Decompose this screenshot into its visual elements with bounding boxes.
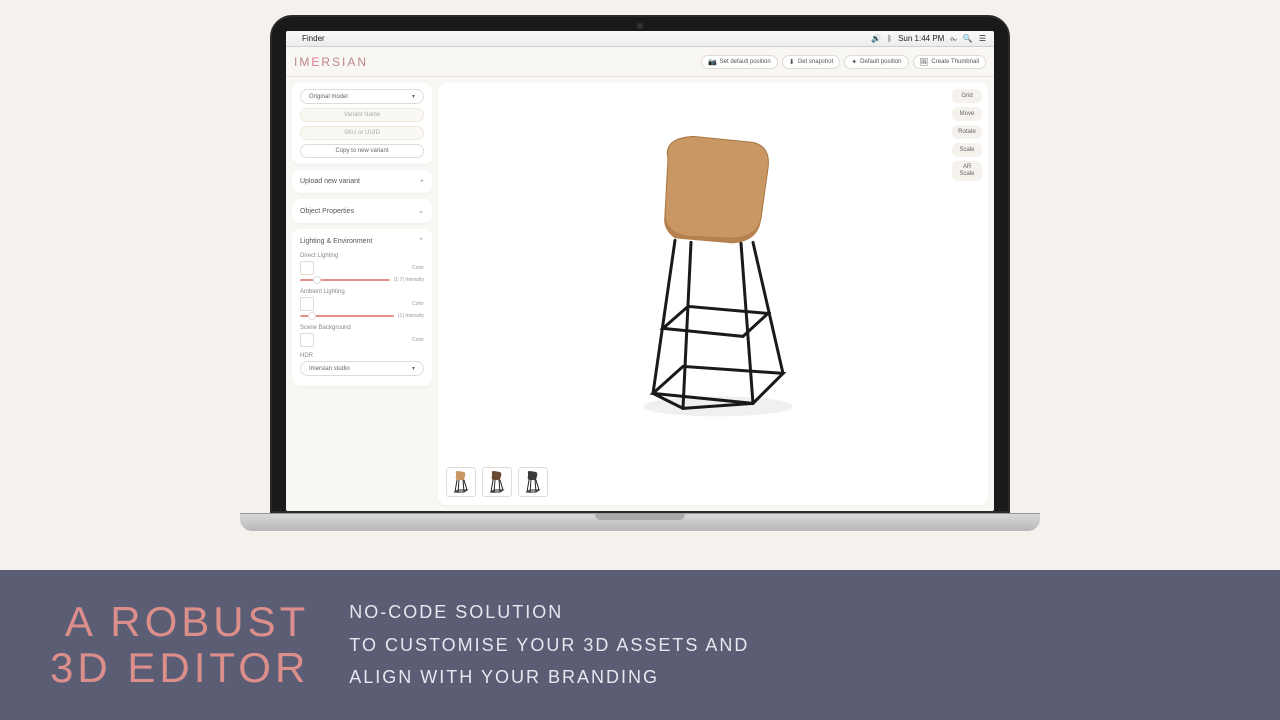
upload-variant-panel: Upload new variant + [292, 170, 432, 193]
promo-banner: A ROBUST 3D EDITOR NO-CODE SOLUTION TO C… [0, 570, 1280, 720]
chevron-down-icon: ▾ [412, 93, 415, 100]
ar-scale-label: Scale [958, 171, 976, 178]
chair-3d-model[interactable] [603, 108, 823, 428]
thumbnail-variant-3[interactable] [518, 467, 548, 497]
copy-variant-button[interactable]: Copy to new variant [300, 144, 424, 158]
color-label: Color [412, 265, 424, 271]
default-position-button[interactable]: ✦ Default position [844, 55, 908, 69]
laptop-bezel: Finder 🔊 ᛒ Sun 1:44 PM ⧜ 🔍 ☰ IMERSIAN [270, 15, 1010, 513]
direct-lighting-label: Direct Lighting [300, 253, 424, 259]
promo-title-line-1: A ROBUST [50, 599, 309, 645]
image-icon: 🖼 [920, 58, 929, 66]
target-icon: ✦ [851, 58, 857, 66]
ambient-intensity-row: (1) Intensity [300, 313, 424, 319]
promo-title: A ROBUST 3D EDITOR [50, 599, 309, 691]
laptop-screen: Finder 🔊 ᛒ Sun 1:44 PM ⧜ 🔍 ☰ IMERSIAN [286, 31, 994, 511]
scene-bg-row: Color [300, 333, 424, 347]
header-actions: 📷 Set default position ⬇ Get snapshot ✦ … [701, 55, 986, 69]
color-label: Color [412, 301, 424, 307]
scene-bg-label: Scene Background [300, 325, 424, 331]
variant-name-input[interactable]: Variant Name [300, 108, 424, 122]
bluetooth-icon[interactable]: ᛒ [887, 34, 892, 43]
promo-title-line-2: 3D EDITOR [50, 645, 309, 691]
ambient-lighting-label: Ambient Lighting [300, 289, 424, 295]
direct-intensity-slider[interactable] [300, 279, 390, 281]
sku-input[interactable]: SKU or UUID [300, 126, 424, 140]
promo-line-3: ALIGN WITH YOUR BRANDING [349, 661, 749, 693]
get-snapshot-button[interactable]: ⬇ Get snapshot [782, 55, 841, 69]
promo-line-1: NO-CODE SOLUTION [349, 596, 749, 628]
ambient-intensity-slider[interactable] [300, 315, 394, 317]
menubar-app[interactable]: Finder [302, 34, 325, 43]
app-header: IMERSIAN 📷 Set default position ⬇ Get sn… [286, 47, 994, 77]
object-properties-panel: Object Properties ⌄ [292, 199, 432, 223]
object-properties-header[interactable]: Object Properties ⌄ [300, 205, 424, 217]
hdr-dropdown[interactable]: Imersian studio ▾ [300, 361, 424, 376]
thumbnail-variant-2[interactable] [482, 467, 512, 497]
upload-variant-row[interactable]: Upload new variant + [300, 176, 424, 187]
move-tool[interactable]: Move [952, 107, 982, 121]
snapshot-label: Get snapshot [798, 59, 834, 65]
model-panel: Original model ▾ Variant Name SKU or UUI… [292, 83, 432, 164]
chevron-up-icon: ⌃ [418, 237, 424, 245]
volume-icon[interactable]: 🔊 [871, 34, 881, 43]
direct-intensity-value: (1.7) Intensity [394, 277, 424, 283]
color-label: Color [412, 337, 424, 343]
direct-intensity-row: (1.7) Intensity [300, 277, 424, 283]
ambient-color-swatch[interactable] [300, 297, 314, 311]
variant-thumbnails [446, 467, 548, 497]
rotate-tool[interactable]: Rotate [952, 125, 982, 139]
brand-logo: IMERSIAN [294, 55, 368, 69]
side-tools: Grid Move Rotate Scale AR Scale [952, 89, 982, 181]
app-window: IMERSIAN 📷 Set default position ⬇ Get sn… [286, 47, 994, 511]
scene-bg-swatch[interactable] [300, 333, 314, 347]
thumbnail-label: Create Thumbnail [931, 59, 979, 65]
lighting-header[interactable]: Lighting & Environment ⌃ [300, 235, 424, 247]
sidebar: Original model ▾ Variant Name SKU or UUI… [292, 83, 432, 505]
mac-menubar: Finder 🔊 ᛒ Sun 1:44 PM ⧜ 🔍 ☰ [286, 31, 994, 47]
menubar-time[interactable]: Sun 1:44 PM [898, 34, 944, 43]
laptop-camera [637, 23, 643, 29]
laptop-notch [595, 514, 685, 520]
promo-copy: NO-CODE SOLUTION TO CUSTOMISE YOUR 3D AS… [349, 596, 749, 693]
grid-tool[interactable]: Grid [952, 89, 982, 103]
ambient-intensity-value: (1) Intensity [398, 313, 424, 319]
direct-color-swatch[interactable] [300, 261, 314, 275]
camera-icon: 📷 [708, 58, 717, 66]
viewport[interactable]: Grid Move Rotate Scale AR Scale [438, 83, 988, 505]
slider-thumb[interactable] [308, 312, 316, 320]
object-properties-label: Object Properties [300, 208, 354, 215]
create-thumbnail-button[interactable]: 🖼 Create Thumbnail [913, 55, 986, 69]
lighting-label: Lighting & Environment [300, 238, 372, 245]
set-default-position-button[interactable]: 📷 Set default position [701, 55, 778, 69]
model-dropdown-label: Original model [309, 94, 348, 100]
scale-tool[interactable]: Scale [952, 143, 982, 157]
default-pos-label: Default position [860, 59, 901, 65]
model-dropdown[interactable]: Original model ▾ [300, 89, 424, 104]
laptop-base [240, 513, 1040, 531]
ar-scale-tool[interactable]: AR Scale [952, 161, 982, 181]
promo-line-2: TO CUSTOMISE YOUR 3D ASSETS AND [349, 629, 749, 661]
set-default-label: Set default position [720, 59, 771, 65]
laptop-mockup: Finder 🔊 ᛒ Sun 1:44 PM ⧜ 🔍 ☰ IMERSIAN [270, 15, 1010, 531]
hdr-value: Imersian studio [309, 366, 350, 372]
app-main: Original model ▾ Variant Name SKU or UUI… [286, 77, 994, 511]
menu-icon[interactable]: ☰ [979, 34, 986, 43]
slider-thumb[interactable] [313, 276, 321, 284]
download-icon: ⬇ [789, 58, 795, 66]
ambient-color-row: Color [300, 297, 424, 311]
lighting-panel: Lighting & Environment ⌃ Direct Lighting… [292, 229, 432, 386]
wifi-icon[interactable]: ⧜ [950, 34, 957, 44]
chevron-down-icon: ▾ [412, 365, 415, 372]
ar-label: AR [958, 164, 976, 171]
hdr-label: HDR [300, 353, 424, 359]
chevron-down-icon: ⌄ [418, 207, 424, 215]
spotlight-icon[interactable]: 🔍 [963, 34, 973, 43]
thumbnail-variant-1[interactable] [446, 467, 476, 497]
direct-color-row: Color [300, 261, 424, 275]
upload-variant-label: Upload new variant [300, 178, 360, 185]
plus-icon: + [420, 178, 424, 185]
